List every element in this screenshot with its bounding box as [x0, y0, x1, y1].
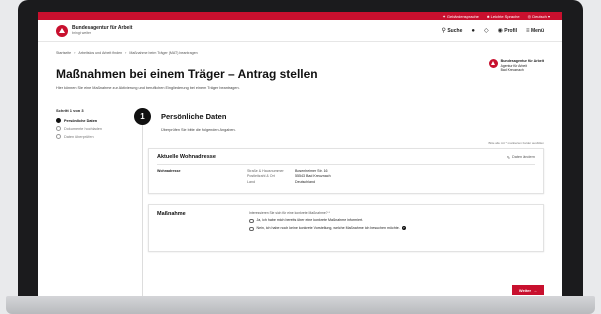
profile-label: Profil — [504, 28, 518, 34]
brand-logo[interactable]: Bundesagentur für Arbeit bringt weiter — [56, 24, 133, 37]
service-bar: ✦ Gebärdensprache ♣ Leichte Sprache ◎ De… — [38, 12, 562, 20]
browser-screen: ✦ Gebärdensprache ♣ Leichte Sprache ◎ De… — [38, 12, 562, 297]
hamburger-icon: ≡ — [526, 27, 530, 34]
step-heading: 1 Persönliche Daten — [134, 108, 544, 125]
address-card-header: Aktuelle Wohnadresse ✎ Daten ändern — [157, 154, 535, 160]
easy-language-label: Leichte Sprache — [490, 13, 520, 19]
step-navigation: Schritt 1 von 3 Persönliche Daten Dokume… — [56, 108, 134, 252]
breadcrumb-current: Maßnahme beim Träger (MAT) beantragen — [129, 51, 198, 55]
site-header: Bundesagentur für Arbeit bringt weiter ⚲… — [38, 20, 562, 42]
search-button[interactable]: ⚲ Suche — [442, 27, 463, 34]
agency-line3: Bad Kreuznach — [500, 68, 524, 73]
address-card-title: Aktuelle Wohnadresse — [157, 154, 216, 160]
step-dot-icon — [56, 134, 61, 139]
menu-label: Menü — [530, 27, 544, 34]
option-yes-label: Ja, ich habe mich bereits über eine konk… — [256, 218, 364, 222]
page-intro: Hier können Sie eine Maßnahme zur Aktivi… — [56, 86, 240, 90]
required-fields-note: Bitte alle mit * markierten Felder ausfü… — [488, 141, 544, 145]
address-row: Wohnadresse Straße & Hausnummer Postleit… — [157, 169, 535, 186]
arrow-right-icon: → — [533, 287, 538, 293]
ba-logo-icon — [488, 59, 498, 68]
title-block: Maßnahmen bei einem Träger – Antrag stel… — [56, 59, 318, 90]
sign-language-link[interactable]: ✦ Gebärdensprache — [442, 14, 479, 19]
ba-logo-icon — [56, 24, 68, 37]
agency-logo: Bundesagentur für Arbeit Agentur für Arb… — [488, 59, 544, 90]
step-dot-icon — [56, 126, 61, 131]
edit-address-label: Daten ändern — [511, 154, 535, 159]
address-label: Wohnadresse — [157, 168, 181, 173]
measure-row: Maßnahme Interessieren Sie sich für eine… — [157, 211, 535, 231]
measure-option-no[interactable]: Nein, ich habe noch keine konkrete Vorst… — [249, 226, 406, 231]
agency-name: Bundesagentur für Arbeit — [500, 59, 544, 63]
title-row: Maßnahmen bei einem Träger – Antrag stel… — [38, 55, 562, 90]
brand-name: Bundesagentur für Arbeit bringt weiter — [72, 24, 133, 36]
address-keys: Straße & Hausnummer Postleitzahl & Ort L… — [247, 169, 295, 186]
profile-button[interactable]: ◉ Profil — [498, 27, 517, 34]
country-value: Deutschland — [295, 179, 315, 184]
edit-address-link[interactable]: ✎ Daten ändern — [507, 155, 535, 160]
address-card: Aktuelle Wohnadresse ✎ Daten ändern Wohna… — [148, 148, 544, 194]
language-label: Deutsch — [532, 13, 547, 19]
language-selector[interactable]: ◎ Deutsch ▾ — [528, 14, 550, 19]
page-title: Maßnahmen bei einem Träger – Antrag stel… — [56, 67, 318, 81]
step-label: Daten überprüfen — [64, 134, 94, 139]
brand-tagline: bringt weiter — [72, 30, 92, 35]
brand-title: Bundesagentur für Arbeit — [72, 24, 133, 31]
edit-icon: ✎ — [506, 155, 510, 160]
breadcrumb-home[interactable]: Startseite — [56, 51, 71, 55]
step-label: Dokumente hochladen — [64, 126, 102, 131]
measure-question: Interessieren Sie sich für eine konkrete… — [249, 211, 330, 215]
next-label: Weiter — [518, 287, 532, 293]
step-counter: Schritt 1 von 3 — [56, 108, 84, 113]
postal-value: 55543 Bad Kreuznach — [295, 174, 331, 179]
sign-language-label: Gebärdensprache — [446, 13, 479, 19]
breadcrumb-unemployed[interactable]: Arbeitslos und Arbeit finden — [78, 51, 122, 55]
measure-question-group: Interessieren Sie sich für eine konkrete… — [249, 211, 406, 231]
search-label: Suche — [447, 28, 463, 34]
step-item-review-data[interactable]: Daten überprüfen — [56, 134, 134, 139]
step-label: Persönliche Daten — [64, 118, 98, 123]
measure-option-yes[interactable]: Ja, ich habe mich bereits über eine konk… — [249, 218, 406, 223]
step-item-upload-documents[interactable]: Dokumente hochladen — [56, 126, 134, 131]
step-item-personal-data[interactable]: Persönliche Daten — [56, 118, 134, 123]
address-values: Bosenheimer Str. 16 55543 Bad Kreuznach … — [295, 169, 331, 186]
notification-bell-icon[interactable]: ● — [471, 28, 475, 34]
form-main: 1 Persönliche Daten Überprüfen Sie bitte… — [134, 108, 544, 297]
agency-text: Bundesagentur für Arbeit Agentur für Arb… — [501, 59, 544, 73]
option-no-label: Nein, ich habe noch keine konkrete Vorst… — [256, 226, 400, 230]
step-dot-icon — [56, 118, 61, 123]
next-button[interactable]: Weiter → — [512, 285, 544, 295]
country-key: Land — [247, 179, 255, 184]
header-nav: ⚲ Suche ● ◇ ◉ Profil ≡ Menü — [442, 27, 544, 35]
info-icon[interactable]: ? — [401, 226, 406, 230]
radio-button[interactable] — [249, 218, 254, 223]
step-subtitle: Überprüfen Sie bitte die folgenden Angab… — [161, 128, 236, 132]
user-icon: ◉ — [497, 28, 503, 34]
measure-card: Maßnahme Interessieren Sie sich für eine… — [148, 204, 544, 252]
laptop-base — [6, 296, 595, 314]
step-title: Persönliche Daten — [161, 112, 227, 121]
agency-line2: Agentur für Arbeit — [500, 63, 527, 68]
menu-button[interactable]: ≡ Menü — [526, 28, 544, 34]
easy-language-link[interactable]: ♣ Leichte Sprache — [487, 14, 520, 19]
shield-icon[interactable]: ◇ — [484, 27, 489, 34]
search-icon: ⚲ — [441, 28, 446, 34]
divider — [157, 164, 535, 165]
radio-button[interactable] — [249, 226, 254, 231]
breadcrumb: Startseite › Arbeitslos und Arbeit finden… — [56, 51, 198, 55]
step-line — [142, 108, 143, 297]
step-number-badge: 1 — [134, 108, 151, 125]
content: Schritt 1 von 3 Persönliche Daten Dokume… — [38, 90, 562, 297]
measure-card-title: Maßnahme — [157, 211, 186, 217]
